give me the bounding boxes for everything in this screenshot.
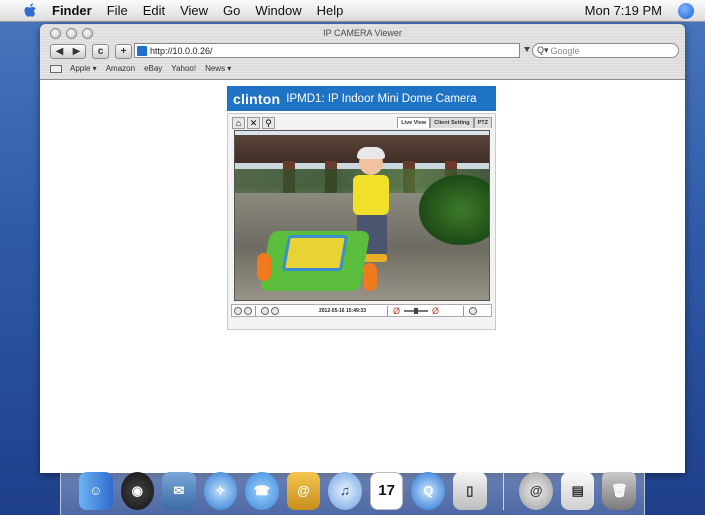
window-title: IP CAMERA Viewer <box>323 28 402 38</box>
add-bookmark-button[interactable]: + <box>115 43 132 59</box>
zoom-search-icon[interactable]: ⚲ <box>262 117 275 129</box>
menu-help[interactable]: Help <box>317 3 344 18</box>
itunes-icon[interactable]: ♫ <box>328 471 362 510</box>
tab-ptz[interactable]: PTZ <box>473 117 492 128</box>
apple-menu-icon[interactable] <box>24 2 38 19</box>
dock-divider <box>502 471 504 510</box>
bookmark-apple[interactable]: Apple ▾ <box>70 64 97 73</box>
video-child-hat <box>357 147 385 159</box>
reload-icon: c <box>97 45 104 57</box>
preview-icon[interactable]: ▯ <box>453 471 487 510</box>
plus-icon: + <box>120 45 127 57</box>
tab-client-setting[interactable]: Client Setting <box>430 117 474 128</box>
reload-button[interactable]: c <box>92 43 109 59</box>
video-toy-panel <box>281 235 349 271</box>
microphone-mute-icon[interactable]: Ø <box>432 306 439 316</box>
finder-icon[interactable]: ☺ <box>79 471 113 510</box>
bookmarks-bar: Apple ▾ Amazon eBay Yahoo! News ▾ <box>50 64 240 73</box>
video-shrubs <box>419 175 489 245</box>
divider <box>463 305 465 316</box>
camera-control-bar: 2012-05-16 15:49:33 Ø Ø <box>231 304 492 317</box>
address-bar-url[interactable]: http://10.0.0.26/ <box>150 46 213 56</box>
camera-model-title: IPMD1: IP Indoor Mini Dome Camera <box>286 92 477 105</box>
bookmark-ebay[interactable]: eBay <box>144 64 162 73</box>
menu-bar: Finder File Edit View Go Window Help Mon… <box>0 0 705 22</box>
menu-file[interactable]: File <box>107 3 128 18</box>
menu-edit[interactable]: Edit <box>143 3 165 18</box>
menu-window[interactable]: Window <box>255 3 301 18</box>
quicktime-icon[interactable]: Q <box>411 471 446 510</box>
address-bar[interactable]: http://10.0.0.26/ <box>134 43 520 58</box>
mail-downloads-icon[interactable]: @ <box>519 471 553 510</box>
video-child-shirt <box>353 175 389 215</box>
nav-buttons: ◀ ▶ c + <box>50 43 138 59</box>
record-button[interactable] <box>261 306 269 315</box>
safari-icon[interactable]: ✧ <box>203 471 238 510</box>
tab-live-view[interactable]: Live View <box>397 117 431 128</box>
camera-tabs: Live View Client Setting PTZ <box>397 117 492 128</box>
address-dropdown-icon[interactable] <box>524 47 530 52</box>
trash-icon[interactable]: 🗑 <box>602 471 637 510</box>
search-field[interactable]: Q▾ Google <box>532 43 679 58</box>
bookmark-yahoo[interactable]: Yahoo! <box>171 64 196 73</box>
address-book-icon[interactable]: @ <box>286 471 321 510</box>
camera-header: clinton IPMD1: IP Indoor Mini Dome Camer… <box>227 86 496 111</box>
search-placeholder: Google <box>550 45 580 56</box>
menu-go[interactable]: Go <box>223 3 240 18</box>
volume-slider[interactable] <box>404 307 428 314</box>
bookmark-amazon[interactable]: Amazon <box>106 64 135 73</box>
brand-logo: clinton <box>233 90 281 107</box>
snapshot-button[interactable] <box>271 306 279 315</box>
ichat-icon[interactable]: ☎ <box>245 471 279 510</box>
bookmarks-book-icon[interactable] <box>50 64 62 73</box>
page-content: clinton IPMD1: IP Indoor Mini Dome Camer… <box>40 81 685 473</box>
video-toy-wheel <box>363 263 377 291</box>
favicon-icon <box>137 45 147 56</box>
ical-icon[interactable]: 17 <box>369 471 404 510</box>
stop-button[interactable] <box>244 306 252 315</box>
back-arrow-icon[interactable]: ◀ <box>56 46 64 57</box>
bookmark-news[interactable]: News ▾ <box>205 64 231 73</box>
documents-icon[interactable]: ▤ <box>560 471 595 510</box>
mail-icon[interactable]: ✉ <box>162 471 196 510</box>
dock: ☺ ◉ ✉ ✧ ☎ @ ♫ 17 Q ▯ @ ▤ 🗑 <box>60 465 645 515</box>
speaker-mute-icon[interactable]: Ø <box>393 306 400 316</box>
divider <box>386 305 388 316</box>
camera-timestamp: 2012-05-16 15:49:33 <box>319 307 366 314</box>
play-button[interactable] <box>234 306 242 315</box>
settings-tools-icon[interactable]: ✕ <box>247 117 260 129</box>
home-icon[interactable]: ⌂ <box>232 117 245 129</box>
menu-view[interactable]: View <box>180 3 208 18</box>
camera-panel: ⌂ ✕ ⚲ Live View Client Setting PTZ 2012-… <box>227 113 496 330</box>
camera-toolbar: ⌂ ✕ ⚲ <box>232 117 275 129</box>
video-toy-wheel <box>257 253 271 281</box>
forward-arrow-icon[interactable]: ▶ <box>73 46 81 57</box>
menu-finder[interactable]: Finder <box>52 3 92 18</box>
spotlight-icon[interactable] <box>678 3 694 19</box>
browser-toolbar: IP CAMERA Viewer ◀ ▶ c + http://10.0.0.2… <box>40 24 685 80</box>
fullscreen-button[interactable] <box>469 306 478 315</box>
menubar-clock[interactable]: Mon 7:19 PM <box>585 3 662 18</box>
browser-window: IP CAMERA Viewer ◀ ▶ c + http://10.0.0.2… <box>40 24 685 473</box>
divider <box>255 305 256 316</box>
live-video-feed[interactable] <box>234 130 490 301</box>
dashboard-icon[interactable]: ◉ <box>120 471 155 510</box>
search-icon: Q▾ <box>537 45 549 55</box>
back-forward-buttons[interactable]: ◀ ▶ <box>50 43 86 59</box>
